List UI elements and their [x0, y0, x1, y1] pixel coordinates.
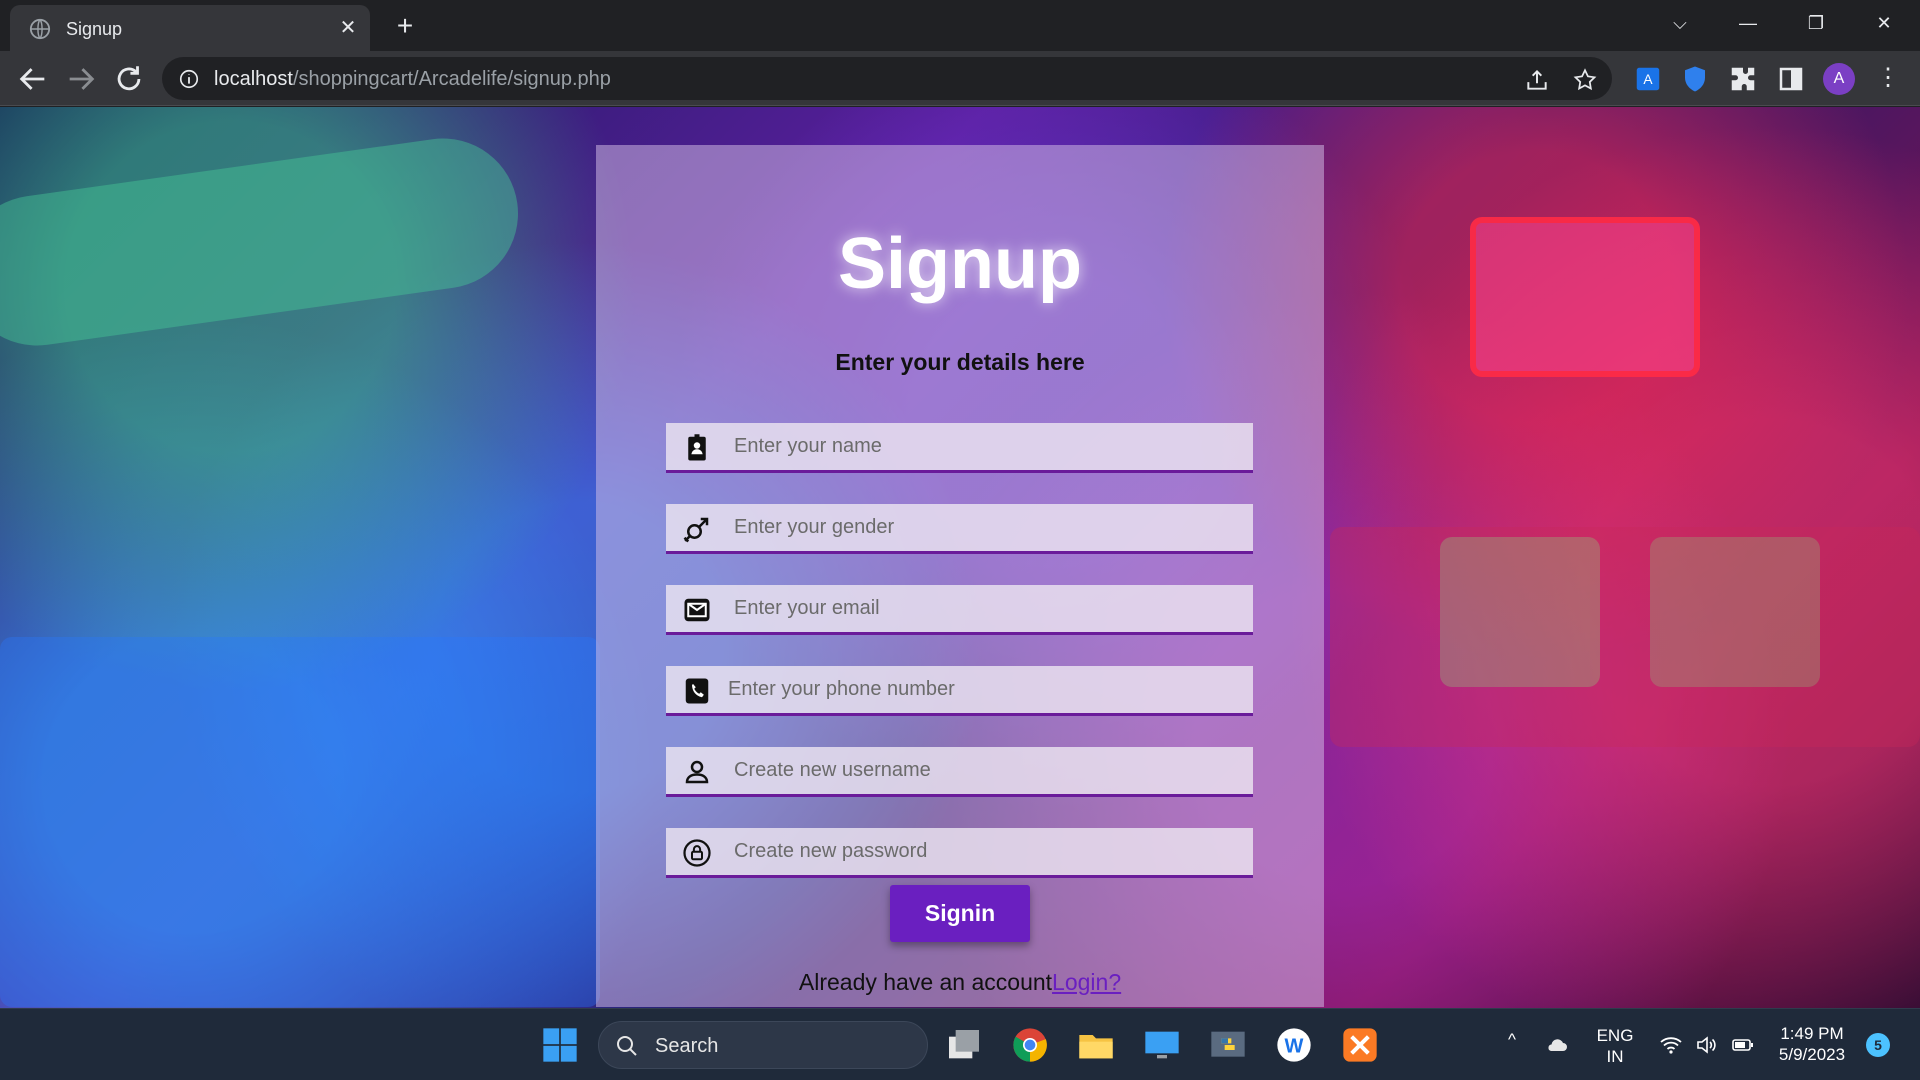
background-decoration: [1650, 537, 1820, 687]
name-field[interactable]: [666, 423, 1253, 473]
wifi-icon[interactable]: [1658, 1033, 1684, 1057]
search-label: Search: [655, 1035, 719, 1057]
password-input[interactable]: [734, 828, 1244, 875]
name-input[interactable]: [734, 423, 1244, 470]
share-icon[interactable]: [1524, 67, 1550, 93]
tab-search-chevron-icon[interactable]: ⌵: [1660, 8, 1700, 38]
login-link[interactable]: Login?: [1052, 969, 1121, 995]
user-icon: [685, 760, 709, 784]
background-decoration: [1470, 217, 1700, 377]
globe-icon: [29, 18, 51, 40]
browser-tab[interactable]: Signup ✕: [10, 5, 370, 51]
xampp-icon[interactable]: [1340, 1025, 1380, 1065]
forward-arrow-icon[interactable]: [64, 62, 98, 96]
windows-start-icon[interactable]: [540, 1025, 580, 1065]
tab-strip: Signup ✕ + ⌵ — ❐ ✕: [0, 0, 1920, 51]
gender-icon: [683, 517, 709, 543]
file-explorer-icon[interactable]: [1076, 1025, 1116, 1065]
language-line1: ENG: [1596, 1026, 1634, 1045]
phone-input[interactable]: [728, 666, 1238, 713]
clock[interactable]: 1:49 PM 5/9/2023: [1770, 1023, 1854, 1065]
background-decoration: [1440, 537, 1600, 687]
bookmark-star-icon[interactable]: [1572, 67, 1598, 93]
address-bar[interactable]: localhost/shoppingcart/Arcadelife/signup…: [162, 57, 1612, 100]
minimize-button[interactable]: —: [1728, 8, 1768, 38]
login-prompt-line: Already have an accountLogin?: [596, 969, 1324, 996]
login-prompt-text: Already have an account: [798, 969, 1053, 995]
battery-icon[interactable]: [1730, 1033, 1756, 1057]
email-field[interactable]: [666, 585, 1253, 635]
browser-toolbar: localhost/shoppingcart/Arcadelife/signup…: [0, 51, 1920, 106]
url-path: /shoppingcart/Arcadelife/signup.php: [292, 68, 611, 90]
close-window-button[interactable]: ✕: [1864, 8, 1904, 38]
show-hidden-icons-chevron-icon[interactable]: ^: [1500, 1029, 1524, 1050]
username-input[interactable]: [734, 747, 1244, 794]
password-field[interactable]: [666, 828, 1253, 878]
onedrive-cloud-icon[interactable]: [1544, 1033, 1570, 1057]
page-viewport: Signup Enter your details here Enter you…: [0, 107, 1920, 1008]
language-line2: IN: [1606, 1047, 1624, 1066]
phone-field[interactable]: [666, 666, 1253, 716]
username-field[interactable]: [666, 747, 1253, 797]
reload-icon[interactable]: [112, 62, 146, 96]
taskbar-search[interactable]: Search: [598, 1021, 928, 1069]
python-app-icon[interactable]: [1208, 1025, 1248, 1065]
menu-kebab-icon[interactable]: ⋮: [1873, 63, 1903, 95]
volume-icon[interactable]: [1694, 1033, 1720, 1057]
profile-avatar[interactable]: A: [1823, 63, 1855, 95]
back-arrow-icon[interactable]: [16, 62, 50, 96]
tab-title: Signup: [66, 19, 123, 39]
envelope-icon: [684, 598, 710, 622]
app-w-icon[interactable]: W: [1274, 1025, 1314, 1065]
background-decoration: [0, 128, 528, 356]
restore-button[interactable]: ❐: [1796, 8, 1836, 38]
background-decoration: [0, 637, 600, 1007]
remote-desktop-icon[interactable]: [1142, 1025, 1182, 1065]
close-tab-icon[interactable]: ✕: [336, 16, 360, 40]
email-input[interactable]: [734, 585, 1244, 632]
gender-input[interactable]: [734, 504, 1244, 551]
id-badge-icon: [688, 434, 706, 461]
language-indicator[interactable]: ENG IN: [1592, 1025, 1638, 1067]
translate-extension-icon[interactable]: A: [1633, 64, 1663, 94]
svg-text:W: W: [1285, 1036, 1304, 1058]
notification-badge[interactable]: 5: [1866, 1033, 1890, 1057]
page-title: Signup: [838, 224, 1082, 304]
extensions-puzzle-icon[interactable]: [1728, 64, 1758, 94]
lock-icon: [683, 839, 711, 867]
phone-icon: [685, 678, 709, 704]
search-icon: [617, 1036, 637, 1056]
form-subtitle: Enter your details here: [835, 349, 1085, 375]
shield-extension-icon[interactable]: [1680, 64, 1710, 94]
url-host: localhost: [214, 68, 293, 90]
gender-field[interactable]: [666, 504, 1253, 554]
side-panel-icon[interactable]: [1776, 64, 1806, 94]
new-tab-button[interactable]: +: [390, 12, 420, 42]
signup-card: Signup Enter your details here Enter you…: [596, 145, 1324, 1007]
url-text[interactable]: localhost/shoppingcart/Arcadelife/signup…: [214, 68, 611, 91]
chrome-icon[interactable]: [1010, 1025, 1050, 1065]
task-view-icon[interactable]: [944, 1025, 984, 1065]
background-decoration: [1330, 527, 1920, 747]
taskbar: Search W ^ ENG IN 1:49 PM 5/9/2023 5: [0, 1008, 1920, 1080]
signin-button[interactable]: Signin: [890, 885, 1030, 942]
clock-time: 1:49 PM: [1780, 1024, 1844, 1043]
site-info-icon[interactable]: [178, 68, 200, 90]
clock-date: 5/9/2023: [1778, 1045, 1846, 1064]
svg-text:A: A: [1643, 72, 1653, 87]
